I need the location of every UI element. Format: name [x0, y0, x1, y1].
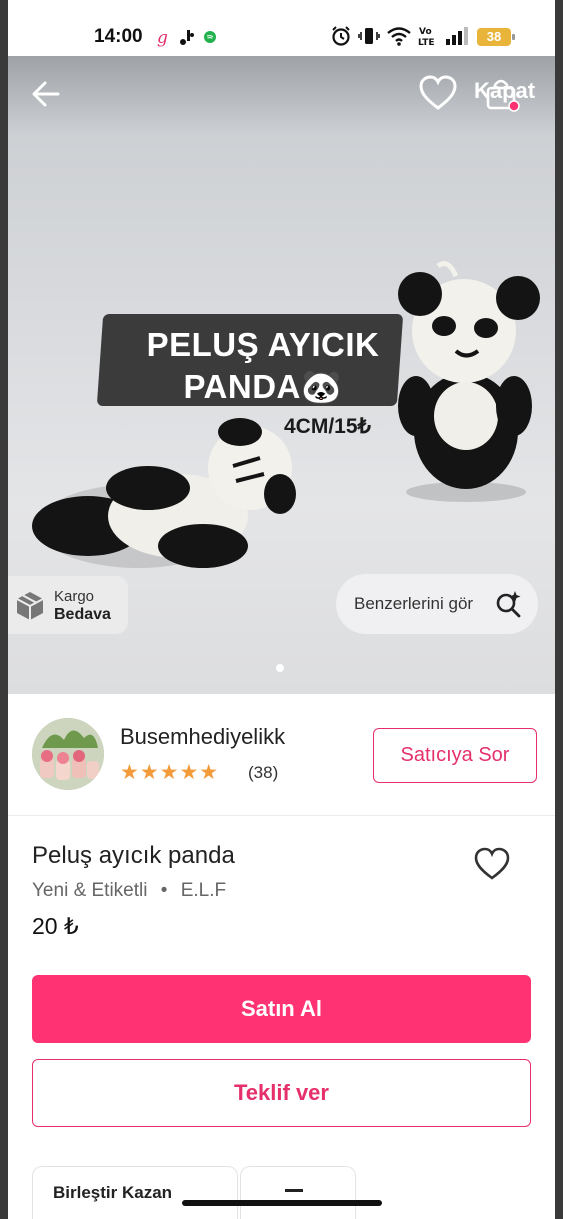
free-shipping-badge: Kargo Bedava — [8, 576, 128, 634]
meta-separator: • — [160, 880, 168, 901]
heart-icon[interactable] — [418, 74, 458, 112]
seller-name[interactable]: Busemhediyelikk — [120, 724, 285, 750]
search-sparkle-icon — [496, 591, 521, 618]
hero-top-gradient — [8, 56, 555, 136]
wifi-icon — [387, 27, 411, 46]
sign-line2: PANDA🐼 — [183, 368, 343, 405]
sign-text: PELUŞ AYICIK PANDA🐼 — [128, 324, 398, 408]
panda-standing-illustration — [398, 261, 540, 502]
product-meta: Yeni & Etiketli • E.L.F — [32, 880, 226, 902]
product-price: 20 ₺ — [32, 913, 79, 939]
tab-secondary[interactable] — [240, 1166, 356, 1219]
make-offer-button[interactable]: Teklif ver — [32, 1059, 531, 1127]
seller-avatar[interactable] — [32, 718, 104, 790]
ask-seller-button[interactable]: Satıcıya Sor — [373, 728, 537, 783]
signal-icon — [446, 27, 468, 45]
carousel-dot[interactable] — [276, 664, 284, 672]
spotify-icon — [204, 31, 216, 43]
product-heart-icon[interactable] — [472, 846, 512, 882]
dash-icon — [285, 1189, 303, 1192]
rating-count: (38) — [248, 763, 279, 782]
product-condition: Yeni & Etiketli — [32, 880, 148, 901]
bedava-label: Bedava — [54, 606, 111, 623]
svg-text:LTE: LTE — [418, 38, 435, 47]
kargo-label: Kargo — [54, 588, 95, 605]
alarm-icon — [332, 26, 350, 46]
app-g-icon: g — [157, 28, 168, 47]
home-indicator[interactable] — [182, 1200, 382, 1206]
rating-stars: ★★★★★ — [120, 761, 220, 784]
status-bar: 14:00 g Vo LTE 38 — [8, 0, 555, 56]
tab-combine-win-label: Birleştir Kazan — [53, 1183, 173, 1202]
back-arrow-icon[interactable] — [28, 76, 64, 112]
product-title: Peluş ayıcık panda — [32, 842, 235, 869]
panda-lying-illustration — [32, 418, 296, 568]
see-similar-label: Benzerlerini gör — [354, 594, 474, 613]
app-frame: 14:00 g Vo LTE 38 PELUŞ AYICIK PANDA🐼 4C… — [8, 0, 555, 1219]
notification-icon — [180, 30, 194, 45]
status-time: 14:00 — [94, 26, 143, 47]
volte-icon: VoLTE — [418, 27, 435, 47]
package-icon — [16, 592, 44, 620]
see-similar-button[interactable]: Benzerlerini gör — [336, 574, 538, 634]
close-link[interactable]: Kapat — [474, 78, 535, 104]
svg-text:Vo: Vo — [419, 27, 432, 37]
product-image[interactable]: PELUŞ AYICIK PANDA🐼 4CM/15₺ Kapat Kargo … — [8, 56, 555, 694]
battery-indicator: 38 — [477, 28, 515, 46]
product-brand[interactable]: E.L.F — [181, 880, 226, 901]
vibrate-icon — [358, 28, 380, 44]
seller-section: Busemhediyelikk ★★★★★ (38) Satıcıya Sor — [8, 694, 555, 816]
avatar-image — [32, 718, 104, 790]
buy-button[interactable]: Satın Al — [32, 975, 531, 1043]
svg-text:g: g — [157, 28, 168, 47]
image-price-tag: 4CM/15₺ — [284, 415, 371, 438]
sign-line1: PELUŞ AYICIK — [146, 326, 380, 363]
tab-combine-win[interactable]: Birleştir Kazan — [32, 1166, 238, 1219]
